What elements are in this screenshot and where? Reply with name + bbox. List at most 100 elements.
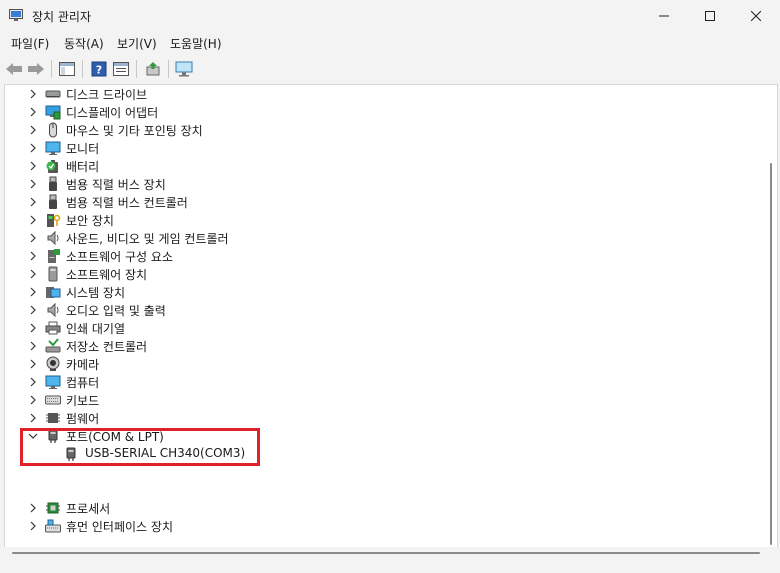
tree-node-usb-controllers[interactable]: 범용 직렬 버스 컨트롤러 [5,193,745,211]
chevron-right-icon[interactable] [27,502,39,514]
device-tree[interactable]: 디스크 드라이브 디스플레이 어댑터 마우스 및 기타 포인팅 장치 모니터 배… [4,84,778,548]
tree-node-keyboards[interactable]: 키보드 [5,391,745,409]
chevron-right-icon[interactable] [27,196,39,208]
vertical-scrollbar-thumb[interactable] [770,163,772,545]
tree-node-label: 소프트웨어 구성 요소 [66,250,173,264]
usb-icon [49,176,57,191]
tree-node-sound-video-game[interactable]: 사운드, 비디오 및 게임 컨트롤러 [5,229,745,247]
tree-node-display-adapters[interactable]: 디스플레이 어댑터 [5,103,745,121]
update-driver-button[interactable] [142,58,164,80]
tree-node-label: 컴퓨터 [66,376,100,390]
tree-node-batteries[interactable]: 배터리 [5,157,745,175]
chevron-right-icon[interactable] [27,232,39,244]
menu-help[interactable]: 도움말(H) [170,35,222,52]
back-button[interactable] [3,58,25,80]
battery-icon [46,160,58,173]
tree-node-software-devices[interactable]: 소프트웨어 장치 [5,265,745,283]
chevron-right-icon[interactable] [27,340,39,352]
tree-node-computer[interactable]: 컴퓨터 [5,373,745,391]
tree-node-monitors[interactable]: 모니터 [5,139,745,157]
computer-icon [45,375,61,389]
firmware-icon [46,413,60,423]
tree-node-mice[interactable]: 마우스 및 기타 포인팅 장치 [5,121,745,139]
chevron-right-icon[interactable] [27,286,39,298]
camera-icon [46,356,60,371]
tree-node-cameras[interactable]: 카메라 [5,355,745,373]
chevron-right-icon[interactable] [27,142,39,154]
tree-node-storage-controllers[interactable]: 저장소 컨트롤러 [5,337,745,355]
keyboard-icon [45,395,61,405]
usb-icon [49,194,57,209]
tree-node-software-components[interactable]: 소프트웨어 구성 요소 [5,247,745,265]
system-device-icon [46,287,61,298]
chevron-right-icon[interactable] [27,520,39,532]
tree-node-usb-devices[interactable]: 범용 직렬 버스 장치 [5,175,745,193]
highlight-box [20,428,260,466]
chevron-right-icon[interactable] [27,178,39,190]
chevron-right-icon[interactable] [27,412,39,424]
tree-node-label: 인쇄 대기열 [66,322,126,336]
chevron-right-icon[interactable] [27,88,39,100]
tree-node-label: 오디오 입력 및 출력 [66,304,166,318]
tree-node-label: 키보드 [66,394,100,408]
properties-button[interactable] [110,58,132,80]
tree-node-label: 배터리 [66,160,100,174]
maximize-button[interactable] [687,0,733,32]
menu-action[interactable]: 동작(A) [64,35,104,52]
tree-node-label: 디스플레이 어댑터 [66,106,159,120]
title-bar: 장치 관리자 [0,0,780,32]
chevron-right-icon[interactable] [27,268,39,280]
chevron-right-icon[interactable] [27,304,39,316]
tree-node-hid[interactable]: 휴먼 인터페이스 장치 [5,517,745,535]
chevron-right-icon[interactable] [27,394,39,406]
tree-node-label: 저장소 컨트롤러 [66,340,148,354]
scan-hardware-button[interactable] [173,58,195,80]
toolbar-separator [136,60,137,78]
monitor-icon [45,141,61,155]
tree-node-label: 펌웨어 [66,412,100,426]
chevron-right-icon[interactable] [27,214,39,226]
tree-node-label: 범용 직렬 버스 장치 [66,178,166,192]
help-button[interactable]: ? [88,58,110,80]
tree-node-label: 휴먼 인터페이스 장치 [66,520,173,534]
hid-icon [45,519,61,533]
window-title: 장치 관리자 [32,10,92,24]
tree-node-disk-drives[interactable]: 디스크 드라이브 [5,85,745,103]
horizontal-scrollbar-thumb[interactable] [12,552,760,554]
speaker-icon [47,230,59,246]
console-tree-icon [59,62,75,76]
chevron-right-icon[interactable] [27,376,39,388]
show-hide-console-tree-button[interactable] [56,58,78,80]
tree-node-firmware[interactable]: 펌웨어 [5,409,745,427]
processor-icon [46,502,60,514]
tree-node-processors[interactable]: 프로세서 [5,499,745,517]
close-button[interactable] [733,0,779,32]
tree-node-label: 카메라 [66,358,100,372]
tree-node-print-queues[interactable]: 인쇄 대기열 [5,319,745,337]
help-icon: ? [91,61,107,77]
toolbar: ? [0,54,780,84]
chevron-right-icon[interactable] [27,124,39,136]
menu-view[interactable]: 보기(V) [117,35,157,52]
forward-button[interactable] [25,58,47,80]
chevron-right-icon[interactable] [27,106,39,118]
security-device-icon [47,214,61,227]
minimize-button[interactable] [641,0,687,32]
tree-node-security-devices[interactable]: 보안 장치 [5,211,745,229]
tree-node-system-devices[interactable]: 시스템 장치 [5,283,745,301]
chevron-right-icon[interactable] [27,322,39,334]
tree-node-label: 디스크 드라이브 [66,88,148,102]
toolbar-separator [168,60,169,78]
printer-icon [45,321,61,335]
vertical-scrollbar[interactable] [766,85,777,547]
tree-node-label: 프로세서 [66,502,111,516]
chevron-right-icon[interactable] [27,250,39,262]
storage-controller-icon [45,338,61,353]
menu-file[interactable]: 파일(F) [11,35,49,52]
maximize-icon [705,11,715,21]
update-driver-icon [146,62,160,76]
chevron-right-icon[interactable] [27,358,39,370]
chevron-right-icon[interactable] [27,160,39,172]
tree-node-audio-io[interactable]: 오디오 입력 및 출력 [5,301,745,319]
toolbar-separator [51,60,52,78]
